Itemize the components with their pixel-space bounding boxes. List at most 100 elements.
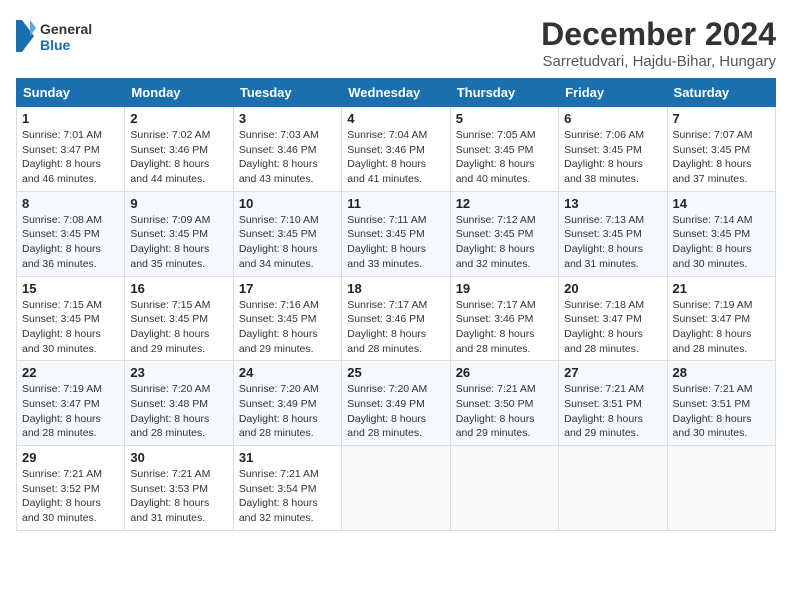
day-number: 28 [673, 365, 770, 380]
day-number: 20 [564, 281, 661, 296]
calendar-table: Sunday Monday Tuesday Wednesday Thursday… [16, 78, 776, 531]
table-row: 26 Sunrise: 7:21 AM Sunset: 3:50 PM Dayl… [450, 361, 558, 446]
day-info: Sunrise: 7:21 AM Sunset: 3:54 PM Dayligh… [239, 467, 336, 526]
day-info: Sunrise: 7:20 AM Sunset: 3:49 PM Dayligh… [347, 382, 444, 441]
table-row: 16 Sunrise: 7:15 AM Sunset: 3:45 PM Dayl… [125, 276, 233, 361]
day-number: 1 [22, 111, 119, 126]
table-row: 13 Sunrise: 7:13 AM Sunset: 3:45 PM Dayl… [559, 191, 667, 276]
table-row: 28 Sunrise: 7:21 AM Sunset: 3:51 PM Dayl… [667, 361, 775, 446]
day-info: Sunrise: 7:11 AM Sunset: 3:45 PM Dayligh… [347, 213, 444, 272]
day-info: Sunrise: 7:10 AM Sunset: 3:45 PM Dayligh… [239, 213, 336, 272]
table-row: 14 Sunrise: 7:14 AM Sunset: 3:45 PM Dayl… [667, 191, 775, 276]
table-row: 3 Sunrise: 7:03 AM Sunset: 3:46 PM Dayli… [233, 107, 341, 192]
day-number: 24 [239, 365, 336, 380]
svg-text:Blue: Blue [40, 37, 71, 53]
day-number: 3 [239, 111, 336, 126]
day-info: Sunrise: 7:21 AM Sunset: 3:50 PM Dayligh… [456, 382, 553, 441]
day-info: Sunrise: 7:19 AM Sunset: 3:47 PM Dayligh… [673, 298, 770, 357]
table-row: 25 Sunrise: 7:20 AM Sunset: 3:49 PM Dayl… [342, 361, 450, 446]
table-row: 9 Sunrise: 7:09 AM Sunset: 3:45 PM Dayli… [125, 191, 233, 276]
day-number: 16 [130, 281, 227, 296]
header-wednesday: Wednesday [342, 79, 450, 107]
day-info: Sunrise: 7:06 AM Sunset: 3:45 PM Dayligh… [564, 128, 661, 187]
day-info: Sunrise: 7:15 AM Sunset: 3:45 PM Dayligh… [22, 298, 119, 357]
table-row: 10 Sunrise: 7:10 AM Sunset: 3:45 PM Dayl… [233, 191, 341, 276]
logo-svg: General Blue [16, 16, 96, 56]
table-row: 1 Sunrise: 7:01 AM Sunset: 3:47 PM Dayli… [17, 107, 125, 192]
table-row: 30 Sunrise: 7:21 AM Sunset: 3:53 PM Dayl… [125, 446, 233, 531]
table-row: 21 Sunrise: 7:19 AM Sunset: 3:47 PM Dayl… [667, 276, 775, 361]
header-sunday: Sunday [17, 79, 125, 107]
day-info: Sunrise: 7:09 AM Sunset: 3:45 PM Dayligh… [130, 213, 227, 272]
day-number: 5 [456, 111, 553, 126]
day-number: 18 [347, 281, 444, 296]
logo: General Blue [16, 16, 96, 56]
title-block: December 2024 Sarretudvari, Hajdu-Bihar,… [541, 16, 776, 70]
day-number: 10 [239, 196, 336, 211]
day-number: 30 [130, 450, 227, 465]
day-number: 13 [564, 196, 661, 211]
day-number: 19 [456, 281, 553, 296]
table-row [450, 446, 558, 531]
table-row: 8 Sunrise: 7:08 AM Sunset: 3:45 PM Dayli… [17, 191, 125, 276]
day-number: 11 [347, 196, 444, 211]
location-subtitle: Sarretudvari, Hajdu-Bihar, Hungary [541, 53, 776, 70]
day-number: 26 [456, 365, 553, 380]
table-row: 27 Sunrise: 7:21 AM Sunset: 3:51 PM Dayl… [559, 361, 667, 446]
day-info: Sunrise: 7:21 AM Sunset: 3:51 PM Dayligh… [564, 382, 661, 441]
day-number: 6 [564, 111, 661, 126]
day-info: Sunrise: 7:17 AM Sunset: 3:46 PM Dayligh… [456, 298, 553, 357]
day-info: Sunrise: 7:20 AM Sunset: 3:49 PM Dayligh… [239, 382, 336, 441]
table-row: 12 Sunrise: 7:12 AM Sunset: 3:45 PM Dayl… [450, 191, 558, 276]
svg-text:General: General [40, 21, 92, 37]
day-info: Sunrise: 7:20 AM Sunset: 3:48 PM Dayligh… [130, 382, 227, 441]
day-number: 15 [22, 281, 119, 296]
day-number: 14 [673, 196, 770, 211]
day-number: 22 [22, 365, 119, 380]
day-info: Sunrise: 7:15 AM Sunset: 3:45 PM Dayligh… [130, 298, 227, 357]
day-number: 7 [673, 111, 770, 126]
day-info: Sunrise: 7:04 AM Sunset: 3:46 PM Dayligh… [347, 128, 444, 187]
day-info: Sunrise: 7:01 AM Sunset: 3:47 PM Dayligh… [22, 128, 119, 187]
day-info: Sunrise: 7:18 AM Sunset: 3:47 PM Dayligh… [564, 298, 661, 357]
day-info: Sunrise: 7:16 AM Sunset: 3:45 PM Dayligh… [239, 298, 336, 357]
day-info: Sunrise: 7:17 AM Sunset: 3:46 PM Dayligh… [347, 298, 444, 357]
table-row [667, 446, 775, 531]
day-number: 31 [239, 450, 336, 465]
day-number: 29 [22, 450, 119, 465]
table-row: 2 Sunrise: 7:02 AM Sunset: 3:46 PM Dayli… [125, 107, 233, 192]
calendar-header-row: Sunday Monday Tuesday Wednesday Thursday… [17, 79, 776, 107]
table-row: 6 Sunrise: 7:06 AM Sunset: 3:45 PM Dayli… [559, 107, 667, 192]
day-number: 27 [564, 365, 661, 380]
table-row: 4 Sunrise: 7:04 AM Sunset: 3:46 PM Dayli… [342, 107, 450, 192]
table-row: 24 Sunrise: 7:20 AM Sunset: 3:49 PM Dayl… [233, 361, 341, 446]
day-info: Sunrise: 7:12 AM Sunset: 3:45 PM Dayligh… [456, 213, 553, 272]
day-info: Sunrise: 7:07 AM Sunset: 3:45 PM Dayligh… [673, 128, 770, 187]
day-number: 21 [673, 281, 770, 296]
day-info: Sunrise: 7:21 AM Sunset: 3:53 PM Dayligh… [130, 467, 227, 526]
table-row: 5 Sunrise: 7:05 AM Sunset: 3:45 PM Dayli… [450, 107, 558, 192]
day-info: Sunrise: 7:13 AM Sunset: 3:45 PM Dayligh… [564, 213, 661, 272]
day-info: Sunrise: 7:19 AM Sunset: 3:47 PM Dayligh… [22, 382, 119, 441]
day-number: 25 [347, 365, 444, 380]
day-info: Sunrise: 7:05 AM Sunset: 3:45 PM Dayligh… [456, 128, 553, 187]
table-row: 15 Sunrise: 7:15 AM Sunset: 3:45 PM Dayl… [17, 276, 125, 361]
day-info: Sunrise: 7:03 AM Sunset: 3:46 PM Dayligh… [239, 128, 336, 187]
table-row: 7 Sunrise: 7:07 AM Sunset: 3:45 PM Dayli… [667, 107, 775, 192]
table-row [342, 446, 450, 531]
page-header: General Blue December 2024 Sarretudvari,… [16, 16, 776, 70]
day-info: Sunrise: 7:14 AM Sunset: 3:45 PM Dayligh… [673, 213, 770, 272]
table-row: 18 Sunrise: 7:17 AM Sunset: 3:46 PM Dayl… [342, 276, 450, 361]
header-tuesday: Tuesday [233, 79, 341, 107]
table-row: 22 Sunrise: 7:19 AM Sunset: 3:47 PM Dayl… [17, 361, 125, 446]
day-number: 2 [130, 111, 227, 126]
day-number: 4 [347, 111, 444, 126]
table-row: 31 Sunrise: 7:21 AM Sunset: 3:54 PM Dayl… [233, 446, 341, 531]
day-number: 8 [22, 196, 119, 211]
day-info: Sunrise: 7:08 AM Sunset: 3:45 PM Dayligh… [22, 213, 119, 272]
month-title: December 2024 [541, 16, 776, 53]
day-number: 23 [130, 365, 227, 380]
table-row: 19 Sunrise: 7:17 AM Sunset: 3:46 PM Dayl… [450, 276, 558, 361]
header-thursday: Thursday [450, 79, 558, 107]
header-friday: Friday [559, 79, 667, 107]
